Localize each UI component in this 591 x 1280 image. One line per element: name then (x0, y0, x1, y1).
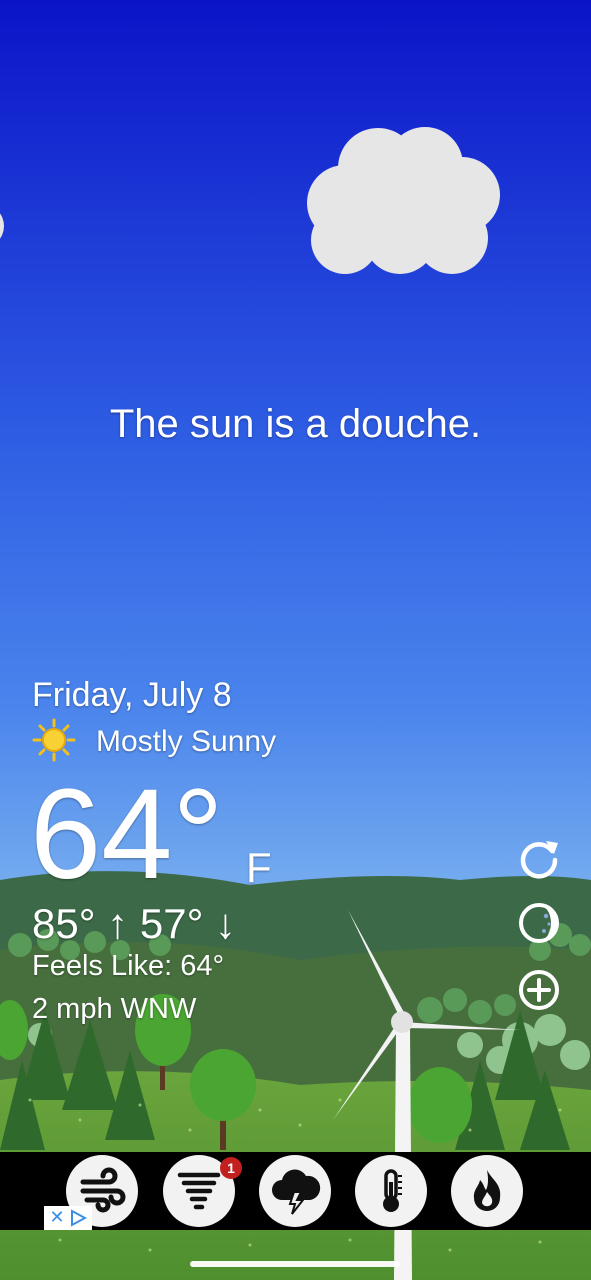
refresh-icon (520, 841, 558, 879)
sun-icon (32, 718, 76, 767)
moon-phase-button[interactable] (514, 898, 564, 948)
fire-icon (473, 1170, 501, 1211)
storm-cloud-icon (272, 1169, 321, 1215)
fire-tool-button[interactable] (451, 1155, 523, 1227)
ad-choices-icon (70, 1209, 87, 1227)
weather-screen: The sun is a douche. Friday, July 8 Most… (0, 0, 591, 1280)
refresh-button[interactable] (514, 833, 564, 883)
arrow-up-icon: ↑ (95, 900, 140, 947)
home-indicator[interactable] (190, 1261, 400, 1267)
arrow-down-icon: ↓ (203, 900, 237, 947)
condition-label: Mostly Sunny (96, 725, 277, 758)
forecast-date: Friday, July 8 (32, 676, 232, 714)
high-low: 85° ↑ 57° ↓ (32, 900, 236, 948)
tornado-icon (177, 1172, 221, 1210)
close-ad-icon[interactable]: ✕ (49, 1209, 64, 1227)
ad-choices-chip[interactable]: ✕ (44, 1206, 92, 1230)
feels-like: Feels Like: 64° (32, 950, 225, 982)
moon-phase-icon (519, 903, 559, 943)
temperature-unit: F (246, 844, 272, 891)
condition-row: Mostly Sunny (32, 718, 277, 767)
low-temp: 57° (139, 900, 204, 947)
add-location-icon (519, 970, 559, 1010)
current-temperature: 64° (30, 763, 224, 906)
thermometer-icon (383, 1169, 402, 1212)
high-temp: 85° (32, 900, 96, 947)
add-location-button[interactable] (514, 965, 564, 1015)
temperature-tool-button[interactable] (355, 1155, 427, 1227)
storm-tool-button[interactable] (259, 1155, 331, 1227)
tagline: The sun is a douche. (109, 402, 482, 446)
background-scene (0, 0, 591, 1280)
wind-speed: 2 mph WNW (32, 993, 197, 1025)
tornado-alert-badge: 1 (220, 1157, 242, 1179)
